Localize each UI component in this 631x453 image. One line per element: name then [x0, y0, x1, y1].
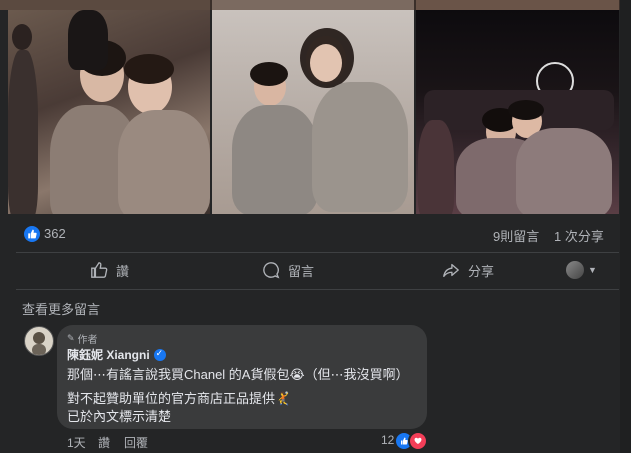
like-reaction-icon[interactable] — [24, 226, 40, 242]
comment-author-name[interactable]: 陳鈺妮 Xiangni — [67, 346, 150, 363]
photo-grid — [0, 10, 619, 214]
photo-2[interactable] — [212, 10, 414, 214]
comment-like-button[interactable]: 讚 — [98, 434, 110, 451]
pencil-icon: ✎ — [67, 333, 75, 343]
shares-count[interactable]: 1 次分享 — [554, 226, 604, 245]
like-label: 讚 — [116, 263, 130, 279]
divider — [16, 252, 619, 253]
view-more-comments-link[interactable]: 查看更多留言 — [22, 299, 100, 318]
heart-reaction-icon — [408, 431, 428, 451]
chevron-down-icon: ▼ — [588, 265, 597, 275]
comment-bubble: ✎ 作者 陳鈺妮 Xiangni 那個⋯有謠言說我買Chanel 的A貨假包😭（… — [57, 325, 427, 429]
reactions-count[interactable]: 362 — [44, 226, 66, 241]
author-tag-label: 作者 — [77, 335, 98, 346]
comment-button[interactable]: 留言 — [262, 255, 314, 285]
comment-text-line-3: 已於內文標示清楚 — [67, 409, 172, 424]
comment-text-line-2: 對不起贊助單位的官方商店正品提供🤾 — [67, 391, 292, 406]
comment-icon — [263, 262, 280, 279]
comment-time[interactable]: 1天 — [67, 434, 86, 451]
like-button[interactable]: 讚 — [90, 255, 129, 285]
comment-reply-button[interactable]: 回覆 — [124, 434, 148, 451]
comments-count[interactable]: 9則留言 — [493, 226, 539, 245]
post-card: 362 9則留言 1 次分享 讚 留言 分享 ▼ 查看更多留言 ✎ 作者 陳鈺妮… — [0, 0, 631, 453]
thumbs-up-icon — [91, 262, 108, 278]
photo-1[interactable] — [8, 10, 210, 214]
post-stats: 362 9則留言 1 次分享 — [0, 214, 619, 252]
comment-reactions[interactable] — [394, 431, 428, 451]
post-actions: 讚 留言 分享 ▼ — [0, 255, 619, 285]
share-icon — [443, 263, 459, 277]
divider — [16, 289, 619, 290]
verified-icon — [153, 348, 166, 361]
reaction-selector[interactable]: ▼ — [566, 255, 597, 285]
share-label: 分享 — [468, 263, 495, 279]
page-avatar-icon — [566, 261, 584, 279]
comment-reaction-count[interactable]: 12 — [381, 433, 394, 447]
share-button[interactable]: 分享 — [442, 255, 494, 285]
comment-label: 留言 — [288, 263, 315, 279]
comment-text-line-1: 那個⋯有謠言說我買Chanel 的A貨假包😭（但⋯我沒買啊） — [67, 367, 409, 382]
photo-3[interactable] — [416, 10, 619, 214]
scrollbar[interactable] — [620, 0, 631, 453]
author-badge: ✎ 作者 — [67, 331, 98, 346]
previous-photo-strip — [0, 0, 631, 10]
comment-author[interactable]: 陳鈺妮 Xiangni — [67, 346, 166, 363]
avatar[interactable] — [24, 326, 54, 356]
